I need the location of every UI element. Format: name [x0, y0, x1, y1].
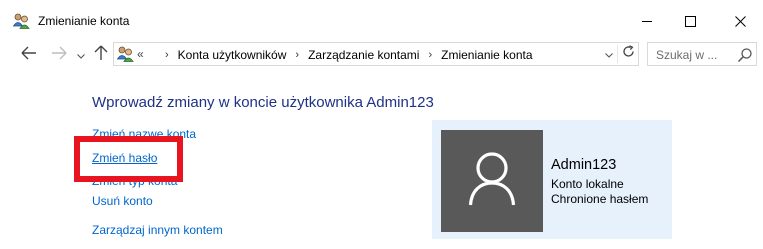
chevron-right-icon[interactable]: ›: [295, 49, 299, 61]
chevron-down-icon: [77, 46, 85, 64]
breadcrumb-item-change-account[interactable]: Zmienianie konta: [441, 48, 532, 62]
search-box[interactable]: Szukaj w ...: [647, 42, 757, 66]
minimize-icon: [641, 16, 653, 27]
search-input[interactable]: Szukaj w ...: [656, 48, 717, 62]
user-silhouette-icon: [468, 151, 516, 212]
arrow-right-icon: [51, 46, 67, 65]
manage-another-account-link[interactable]: Zarządzaj innym kontem: [92, 223, 223, 237]
recent-locations-button[interactable]: [75, 45, 87, 65]
window-title: Zmienianie konta: [38, 14, 130, 28]
close-button[interactable]: [717, 0, 763, 42]
breadcrumb: › Konta użytkowników › Zarządzanie konta…: [156, 48, 533, 62]
page-title: Wprowadź zmiany w koncie użytkownika Adm…: [92, 94, 434, 111]
chevron-right-icon[interactable]: ›: [165, 49, 169, 61]
arrow-left-icon: [21, 46, 37, 65]
address-bar[interactable]: « › Konta użytkowników › Zarządzanie kon…: [113, 42, 639, 66]
account-type-label: Konto lokalne: [551, 177, 624, 191]
title-bar: Zmienianie konta: [0, 0, 763, 42]
address-dropdown-button[interactable]: [600, 45, 618, 63]
delete-account-link[interactable]: Usuń konto: [92, 194, 153, 208]
user-accounts-icon: [12, 13, 30, 29]
breadcrumb-overflow[interactable]: «: [137, 47, 144, 61]
up-button[interactable]: [91, 45, 111, 65]
breadcrumb-item-manage-accounts[interactable]: Zarządzanie kontami: [308, 48, 419, 62]
maximize-button[interactable]: [667, 0, 713, 42]
chevron-right-icon[interactable]: ›: [428, 49, 432, 61]
arrow-up-icon: [94, 45, 108, 66]
close-icon: [734, 15, 746, 27]
refresh-icon: [622, 45, 635, 63]
navigation-bar: « › Konta użytkowników › Zarządzanie kon…: [0, 42, 763, 68]
refresh-button[interactable]: [618, 44, 638, 64]
minimize-button[interactable]: [624, 0, 670, 42]
avatar: [441, 130, 543, 232]
control-panel-icon: [116, 46, 134, 62]
forward-button[interactable]: [49, 45, 69, 65]
chevron-down-icon: [604, 45, 613, 63]
maximize-icon: [684, 15, 696, 27]
breadcrumb-item-user-accounts[interactable]: Konta użytkowników: [178, 48, 287, 62]
user-name: Admin123: [551, 157, 617, 173]
search-icon[interactable]: [737, 47, 753, 63]
back-button[interactable]: [19, 45, 39, 65]
password-protection-label: Chronione hasłem: [551, 192, 649, 206]
highlight-annotation-box: [74, 136, 183, 182]
